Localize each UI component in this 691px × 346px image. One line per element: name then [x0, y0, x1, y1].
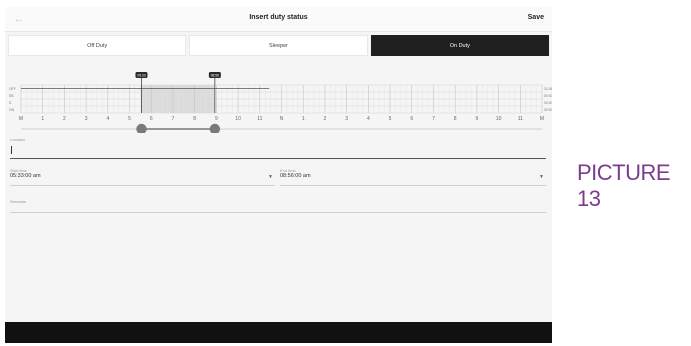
save-button[interactable]: Save	[528, 14, 544, 21]
duty-status-tabs: Off Duty Sleeper On Duty	[8, 35, 549, 56]
hour-tick-label: 11	[518, 116, 523, 122]
row-total: 11:26	[544, 87, 552, 91]
hour-tick-label: 9	[475, 116, 478, 122]
hour-tick-label: 2	[324, 116, 327, 122]
text-cursor	[11, 146, 12, 154]
row-total: 00:00	[544, 108, 552, 112]
hour-tick-label: 2	[63, 116, 66, 122]
location-field[interactable]: Location	[10, 137, 546, 159]
tab-sleeper[interactable]: Sleeper	[189, 35, 368, 56]
start-time-select[interactable]: Start time 05:33:00 am ▼	[10, 168, 275, 186]
start-time-value: 05:33:00 am	[10, 173, 41, 179]
row-total: 00:00	[544, 101, 552, 105]
row-total: 00:00	[544, 94, 552, 98]
hour-tick-label: 1	[302, 116, 305, 122]
hour-tick-label: 6	[410, 116, 413, 122]
slider-end-handle[interactable]	[209, 123, 221, 133]
chevron-down-icon: ▼	[539, 174, 544, 180]
hour-tick-label: 4	[106, 116, 109, 122]
end-time-value: 08:56:00 am	[280, 173, 311, 179]
page-title: Insert duty status	[249, 14, 308, 21]
slider-start-handle[interactable]	[136, 123, 147, 133]
location-label: Location	[10, 137, 26, 142]
hour-tick-label: M	[19, 116, 23, 122]
remarks-label: Remarks	[10, 199, 27, 204]
hour-tick-label: 5	[128, 116, 131, 122]
tab-on-duty[interactable]: On Duty	[370, 35, 549, 56]
hour-tick-label: N	[280, 116, 284, 122]
top-bar: ← Insert duty status Save	[5, 7, 552, 32]
row-label: SB	[9, 94, 14, 98]
duty-log-chart[interactable]: OFF 11:26 SB 00:00 D 00:00 ON 00:00 05:33 08:56 M 1…	[5, 65, 552, 133]
hour-tick-label: 1	[41, 116, 44, 122]
hour-tick-label: 5	[389, 116, 392, 122]
tablet-frame: ← Insert duty status Save Off Duty Sleep…	[5, 7, 552, 343]
remarks-field[interactable]: Remarks	[10, 199, 546, 213]
tab-off-duty[interactable]: Off Duty	[8, 35, 187, 56]
picture-caption: PICTURE 13	[577, 160, 671, 211]
hour-tick-label: 3	[85, 116, 88, 122]
hour-tick-label: 8	[454, 116, 457, 122]
hour-tick-label: 10	[496, 116, 502, 122]
hour-tick-label: 3	[345, 116, 348, 122]
end-time-select[interactable]: End time 08:56:00 am ▼	[280, 168, 546, 186]
hour-tick-label: M	[540, 116, 544, 122]
hour-tick-label: 7	[172, 116, 175, 122]
hour-tick-label: 4	[367, 116, 370, 122]
chevron-down-icon: ▼	[268, 174, 273, 180]
row-label: D	[9, 101, 12, 105]
hour-tick-label: 8	[193, 116, 196, 122]
hour-tick-label: 9	[215, 116, 218, 122]
row-label: ON	[9, 108, 15, 112]
selection-start-label: 05:33	[137, 74, 145, 78]
hour-tick-label: 11	[257, 116, 262, 122]
app-screen: ← Insert duty status Save Off Duty Sleep…	[5, 7, 552, 322]
row-label: OFF	[9, 87, 16, 91]
selection-end-label: 08:56	[211, 74, 219, 78]
hour-tick-label: 6	[150, 116, 153, 122]
hour-tick-label: 10	[235, 116, 241, 122]
hour-tick-label: 7	[432, 116, 435, 122]
